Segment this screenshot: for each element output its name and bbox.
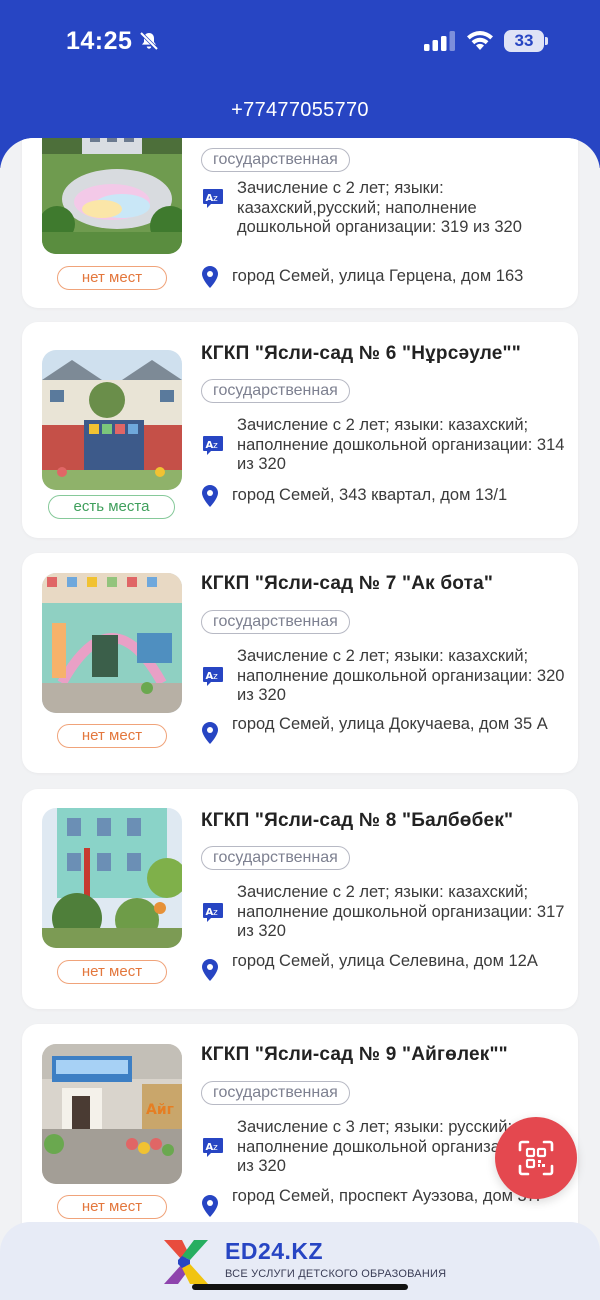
location-pin-icon: [202, 959, 218, 981]
battery-tip: [545, 37, 548, 45]
svg-text:z: z: [213, 1143, 218, 1153]
kindergarten-photo: [42, 350, 182, 490]
address: город Семей, улица Герцена, дом 163: [232, 267, 524, 285]
location-pin-icon: [202, 266, 218, 288]
cellular-signal-icon: [424, 31, 455, 51]
kindergarten-title[interactable]: КГКП "Ясли-сад № 9 "Айгөлек"": [201, 1044, 508, 1066]
kindergarten-card[interactable]: есть места КГКП "Ясли-сад № 6 "Нұрсәуле"…: [22, 322, 578, 538]
ownership-badge: государственная: [201, 148, 350, 172]
status-bar: 14:25 33: [0, 0, 600, 82]
ownership-badge: государственная: [201, 1081, 350, 1105]
kindergarten-card[interactable]: нет мест КГКП "Ясли-сад № 7 "Ак бота" го…: [22, 553, 578, 773]
kindergarten-photo: Айг: [42, 1044, 182, 1184]
location-pin-icon: [202, 1195, 218, 1217]
availability-badge: нет мест: [57, 266, 167, 290]
kindergarten-title[interactable]: КГКП "Ясли-сад № 7 "Ак бота": [201, 573, 493, 595]
bell-muted-icon: [139, 31, 159, 51]
location-pin-icon: [202, 485, 218, 507]
kindergarten-card[interactable]: нет мест государственная A z Зачисление …: [22, 138, 578, 308]
brand-name: ED24.KZ: [225, 1238, 324, 1264]
battery-level: 33: [504, 30, 544, 52]
kindergarten-card[interactable]: нет мест КГКП "Ясли-сад № 8 "Балбөбек" г…: [22, 789, 578, 1009]
translate-icon: A z: [203, 1138, 223, 1157]
availability-badge: нет мест: [57, 1195, 167, 1219]
qr-scan-icon: [518, 1140, 554, 1176]
translate-icon: A z: [203, 436, 223, 455]
wifi-icon: [467, 31, 493, 50]
ownership-badge: государственная: [201, 610, 350, 634]
kindergarten-title[interactable]: КГКП "Ясли-сад № 6 "Нұрсәуле"": [201, 343, 521, 365]
address: город Семей, улица Селевина, дом 12А: [232, 952, 538, 970]
ownership-badge: государственная: [201, 846, 350, 870]
enrollment-info: Зачисление с 2 лет; языки: казахский; на…: [237, 647, 565, 704]
kindergarten-photo: [42, 808, 182, 948]
translate-icon: A z: [203, 667, 223, 686]
status-time: 14:25: [66, 27, 133, 55]
qr-scan-button[interactable]: [495, 1117, 577, 1199]
kindergarten-list[interactable]: нет мест государственная A z Зачисление …: [0, 138, 600, 1228]
address: город Семей, улица Докучаева, дом 35 А: [232, 715, 548, 733]
enrollment-info: Зачисление с 2 лет; языки: казахский; на…: [237, 416, 565, 473]
svg-text:z: z: [213, 441, 218, 451]
kindergarten-photo: [42, 138, 182, 254]
enrollment-info: Зачисление с 2 лет; языки: казахский,рус…: [237, 179, 522, 236]
home-indicator[interactable]: [192, 1284, 408, 1290]
battery-indicator: 33: [504, 30, 548, 52]
location-pin-icon: [202, 722, 218, 744]
kindergarten-photo: [42, 573, 182, 713]
ownership-badge: государственная: [201, 379, 350, 403]
translate-icon: A z: [203, 903, 223, 922]
enrollment-info: Зачисление с 2 лет; языки: казахский; на…: [237, 883, 565, 940]
svg-text:z: z: [213, 194, 218, 204]
brand-tagline: ВСЕ УСЛУГИ ДЕТСКОГО ОБРАЗОВАНИЯ: [225, 1268, 447, 1280]
address: город Семей, 343 квартал, дом 13/1: [232, 486, 508, 504]
footer-bar: ED24.KZ ВСЕ УСЛУГИ ДЕТСКОГО ОБРАЗОВАНИЯ: [0, 1222, 600, 1300]
kindergarten-card[interactable]: Айг нет мест КГКП "Ясли-сад № 9 "Айгөлек…: [22, 1024, 578, 1228]
availability-badge: нет мест: [57, 960, 167, 984]
header-phone[interactable]: +77477055770: [0, 99, 600, 122]
svg-text:Айг: Айг: [146, 1102, 174, 1118]
kindergarten-title[interactable]: КГКП "Ясли-сад № 8 "Балбөбек": [201, 810, 513, 832]
svg-text:z: z: [213, 908, 218, 918]
translate-icon: A z: [203, 189, 223, 208]
availability-badge: есть места: [48, 495, 175, 519]
ed24-logo-icon: [164, 1240, 208, 1284]
availability-badge: нет мест: [57, 724, 167, 748]
svg-text:z: z: [213, 672, 218, 682]
